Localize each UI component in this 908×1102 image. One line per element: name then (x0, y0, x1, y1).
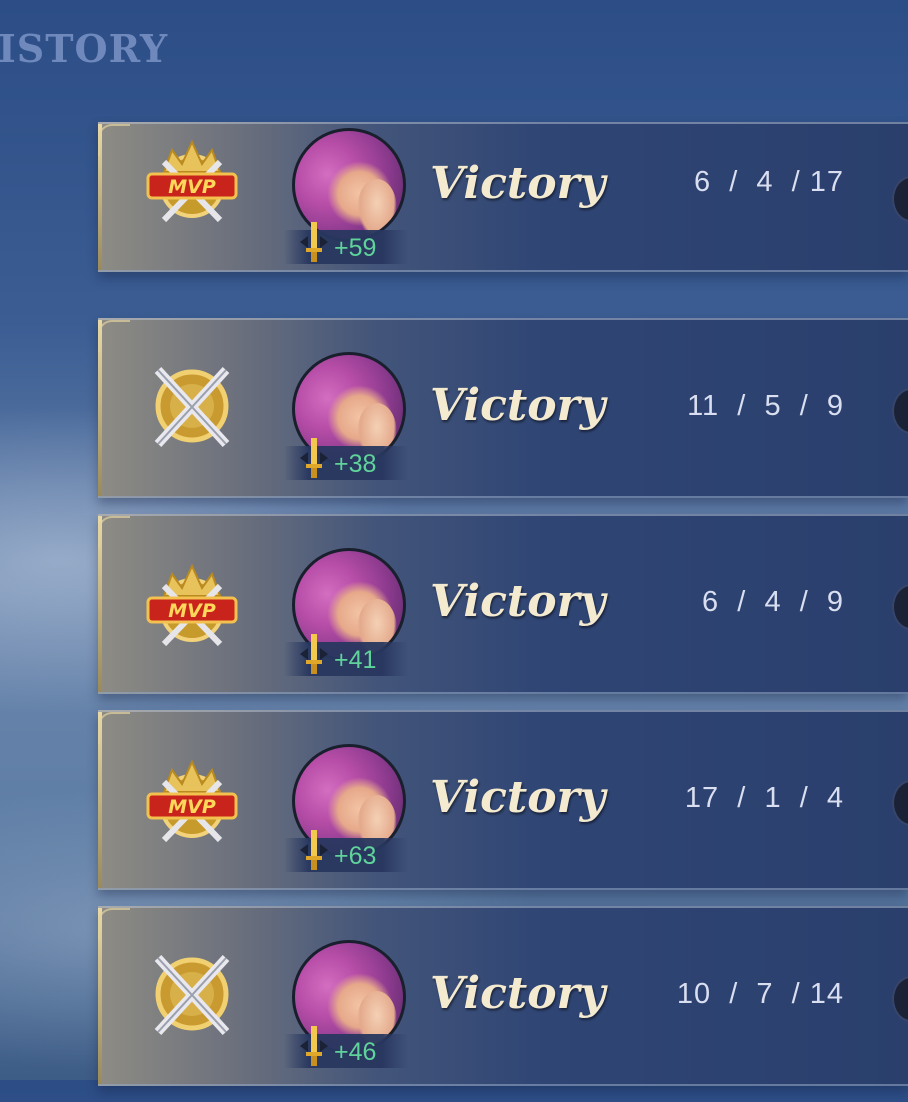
kda-stat: 11 / 5 / 9 (687, 390, 844, 422)
points-value: +41 (334, 646, 377, 674)
hero-avatar[interactable]: +59 (284, 128, 408, 264)
sword-icon (300, 830, 328, 870)
hero-avatar[interactable]: +38 (284, 352, 408, 480)
svg-text:MVP: MVP (168, 176, 216, 198)
points-value: +38 (334, 450, 377, 478)
match-result: Victory (430, 576, 606, 627)
match-result: Victory (430, 968, 606, 1019)
rank-points: +59 (284, 222, 408, 264)
match-result: Victory (430, 380, 606, 431)
points-value: +63 (334, 842, 377, 870)
kda-stat: 6 / 4 / 17 (684, 166, 844, 198)
kda-stat: 6 / 4 / 9 (692, 586, 844, 618)
match-row[interactable]: MVP +63 Victory 17 / 1 / 4 (98, 710, 908, 890)
sword-icon (300, 634, 328, 674)
sword-icon (300, 222, 328, 262)
match-row[interactable]: +38 Victory 11 / 5 / 9 (98, 318, 908, 498)
rank-points: +63 (284, 830, 408, 872)
rank-points: +46 (284, 1026, 408, 1068)
sword-icon (300, 438, 328, 478)
match-result: Victory (430, 772, 606, 823)
hero-avatar[interactable]: +63 (284, 744, 408, 872)
mvp-badge-icon: MVP (142, 556, 242, 652)
match-history-list: MVP +59 Victory 6 / 4 / 17 +38 Victory 1… (98, 122, 908, 1102)
details-button[interactable] (892, 780, 908, 826)
match-row[interactable]: MVP +59 Victory 6 / 4 / 17 (98, 122, 908, 272)
page-title: ISTORY (0, 26, 169, 71)
mvp-badge-icon: MVP (142, 752, 242, 848)
sword-icon (300, 1026, 328, 1066)
details-button[interactable] (892, 176, 908, 222)
crossed-swords-badge-icon (142, 948, 242, 1044)
details-button[interactable] (892, 388, 908, 434)
match-row[interactable]: +46 Victory 10 / 7 / 14 (98, 906, 908, 1086)
svg-text:MVP: MVP (168, 600, 216, 622)
points-value: +46 (334, 1038, 377, 1066)
mvp-badge-icon: MVP (142, 132, 242, 228)
points-value: +59 (334, 234, 377, 262)
rank-points: +38 (284, 438, 408, 480)
details-button[interactable] (892, 584, 908, 630)
kda-stat: 10 / 7 / 14 (676, 978, 844, 1010)
crossed-swords-badge-icon (142, 360, 242, 456)
details-button[interactable] (892, 976, 908, 1022)
hero-avatar[interactable]: +46 (284, 940, 408, 1068)
match-result: Victory (430, 158, 606, 209)
kda-stat: 17 / 1 / 4 (684, 782, 844, 814)
rank-points: +41 (284, 634, 408, 676)
hero-avatar[interactable]: +41 (284, 548, 408, 676)
svg-text:MVP: MVP (168, 796, 216, 818)
match-row[interactable]: MVP +41 Victory 6 / 4 / 9 (98, 514, 908, 694)
